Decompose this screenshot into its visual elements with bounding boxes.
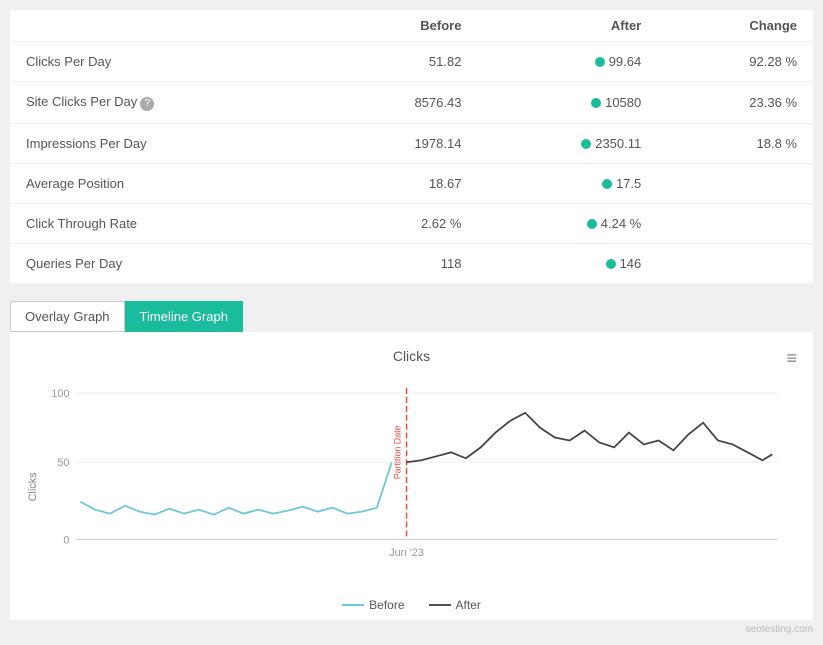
- dot-icon: [591, 98, 601, 108]
- after-value: 10580: [605, 95, 641, 110]
- after-cell: 146: [477, 244, 657, 284]
- before-line-icon: [342, 604, 364, 606]
- dot-icon: [606, 259, 616, 269]
- after-value: 146: [620, 256, 642, 271]
- metric-cell: Average Position: [10, 164, 323, 204]
- tab-timeline[interactable]: Timeline Graph: [125, 301, 243, 332]
- chart-title: Clicks: [26, 348, 797, 364]
- table-row: Click Through Rate2.62 % 4.24 %: [10, 204, 813, 244]
- after-value: 4.24 %: [601, 216, 641, 231]
- legend-after: After: [429, 598, 481, 612]
- info-icon[interactable]: ?: [140, 97, 154, 111]
- dot-icon: [602, 179, 612, 189]
- before-cell: 51.82: [323, 42, 477, 82]
- metric-cell: Click Through Rate: [10, 204, 323, 244]
- after-value: 2350.11: [595, 136, 641, 151]
- after-label: After: [456, 598, 481, 612]
- y-axis-label: Clicks: [27, 472, 39, 502]
- dot-icon: [587, 219, 597, 229]
- before-line: [80, 462, 391, 514]
- after-cell: 99.64: [477, 42, 657, 82]
- before-cell: 18.67: [323, 164, 477, 204]
- before-label: Before: [369, 598, 404, 612]
- after-value: 99.64: [609, 54, 642, 69]
- metric-cell: Clicks Per Day: [10, 42, 323, 82]
- chart-svg: Clicks 100 50 0 Partition Date Jun '23: [26, 372, 797, 592]
- tabs-row: Overlay Graph Timeline Graph: [10, 293, 813, 332]
- chart-legend: Before After: [26, 598, 797, 612]
- dot-icon: [595, 57, 605, 67]
- metric-cell: Queries Per Day: [10, 244, 323, 284]
- tab-overlay[interactable]: Overlay Graph: [10, 301, 125, 332]
- partition-label: Partition Date: [393, 425, 403, 479]
- y-tick-100: 100: [51, 388, 69, 400]
- after-cell: 17.5: [477, 164, 657, 204]
- legend-before: Before: [342, 598, 404, 612]
- chart-menu-icon[interactable]: ≡: [786, 348, 797, 369]
- table-row: Site Clicks Per Day?8576.43 10580 23.36 %: [10, 82, 813, 124]
- before-cell: 2.62 %: [323, 204, 477, 244]
- change-cell: [657, 164, 813, 204]
- metric-cell: Impressions Per Day: [10, 124, 323, 164]
- y-tick-50: 50: [57, 457, 69, 469]
- change-cell: 18.8 %: [657, 124, 813, 164]
- table-row: Clicks Per Day51.82 99.64 92.28 %: [10, 42, 813, 82]
- dot-icon: [581, 139, 591, 149]
- table-row: Impressions Per Day1978.14 2350.11 18.8 %: [10, 124, 813, 164]
- chart-container: Clicks ≡ Clicks 100 50 0 Partition Date: [10, 332, 813, 620]
- change-cell: [657, 204, 813, 244]
- table-row: Average Position18.67 17.5: [10, 164, 813, 204]
- x-axis-label: Jun '23: [389, 547, 424, 559]
- header-after: After: [477, 10, 657, 42]
- before-cell: 1978.14: [323, 124, 477, 164]
- after-value: 17.5: [616, 176, 641, 191]
- table-row: Queries Per Day118 146: [10, 244, 813, 284]
- page-container: Before After Change Clicks Per Day51.82 9…: [0, 0, 823, 645]
- y-tick-0: 0: [63, 534, 69, 546]
- chart-area: Clicks 100 50 0 Partition Date Jun '23: [26, 372, 797, 592]
- after-line: [407, 413, 773, 462]
- change-cell: [657, 244, 813, 284]
- header-metric: [10, 10, 323, 42]
- after-cell: 4.24 %: [477, 204, 657, 244]
- after-cell: 10580: [477, 82, 657, 124]
- after-cell: 2350.11: [477, 124, 657, 164]
- after-line-icon: [429, 604, 451, 606]
- change-cell: 92.28 %: [657, 42, 813, 82]
- before-cell: 8576.43: [323, 82, 477, 124]
- header-before: Before: [323, 10, 477, 42]
- before-cell: 118: [323, 244, 477, 284]
- header-change: Change: [657, 10, 813, 42]
- stats-table: Before After Change Clicks Per Day51.82 9…: [10, 10, 813, 283]
- change-cell: 23.36 %: [657, 82, 813, 124]
- metric-cell: Site Clicks Per Day?: [10, 82, 323, 124]
